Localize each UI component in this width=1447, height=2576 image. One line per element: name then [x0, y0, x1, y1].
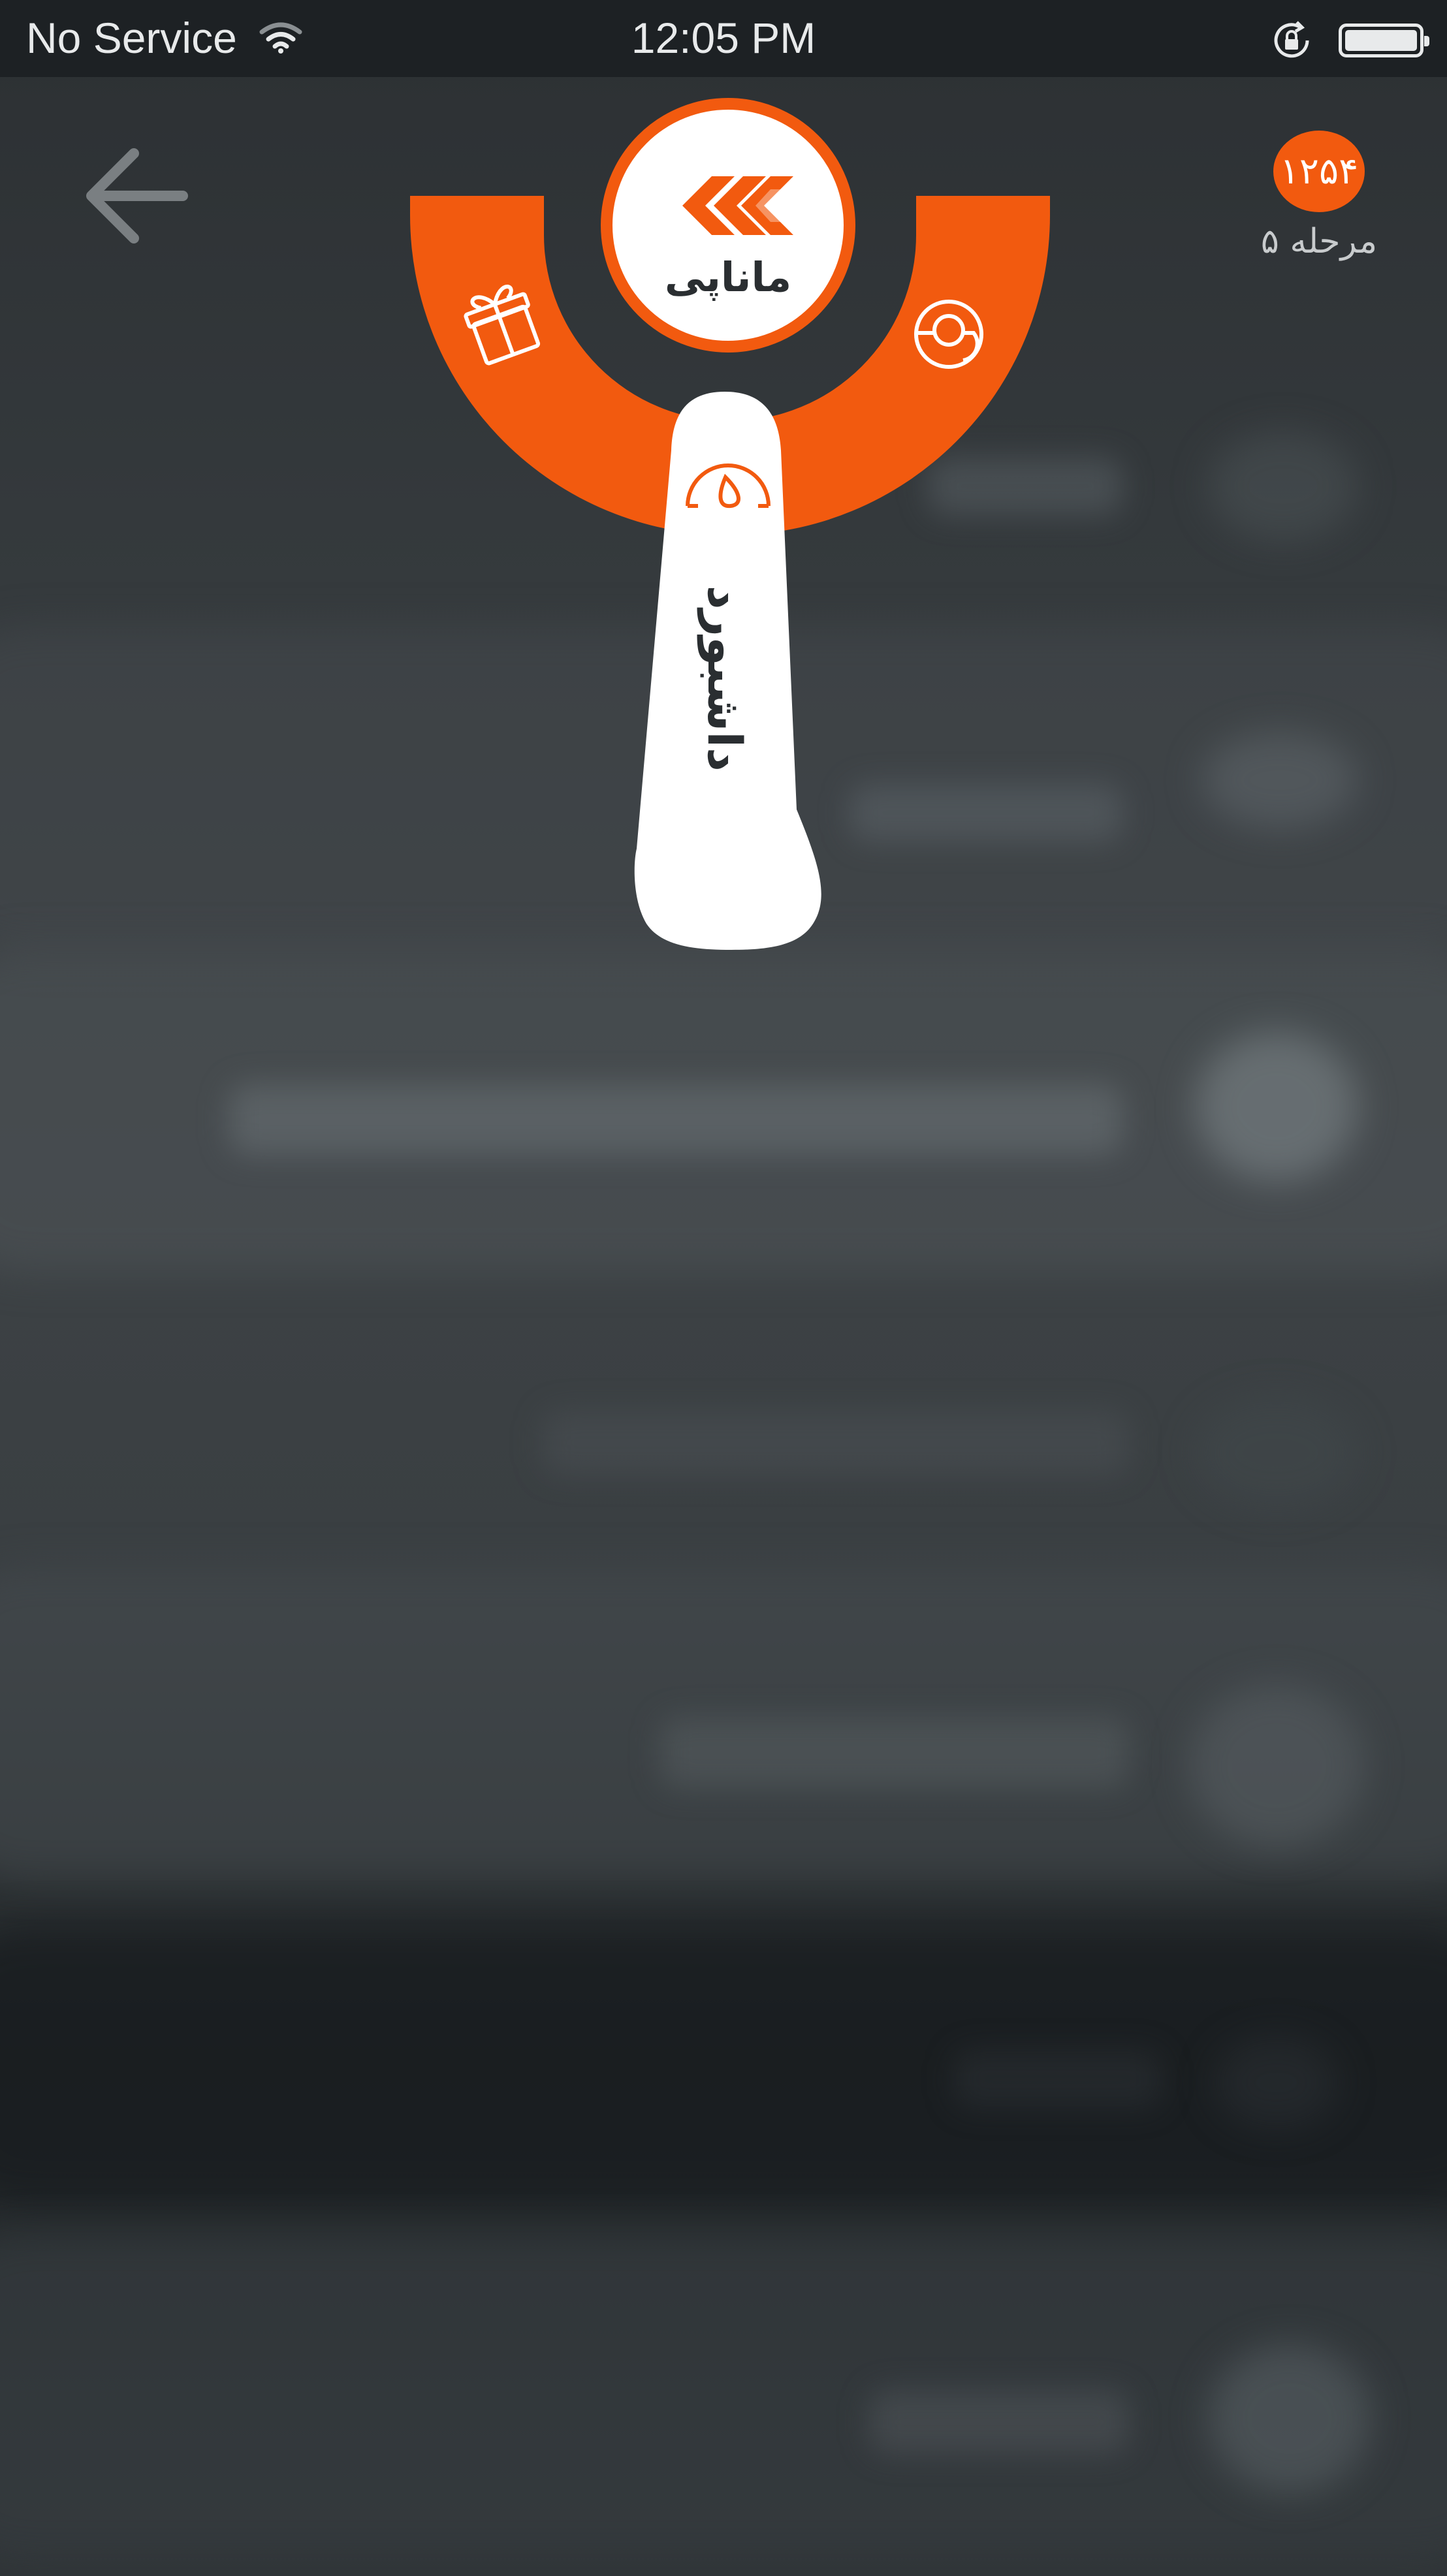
app-logo-title: ماناپی: [664, 253, 792, 301]
app-logo-button[interactable]: ماناپی: [601, 98, 855, 353]
radial-menu: [410, 196, 1050, 950]
dashboard-label: داشبورد: [697, 585, 752, 772]
triple-chevron-logo-icon: [682, 176, 793, 235]
